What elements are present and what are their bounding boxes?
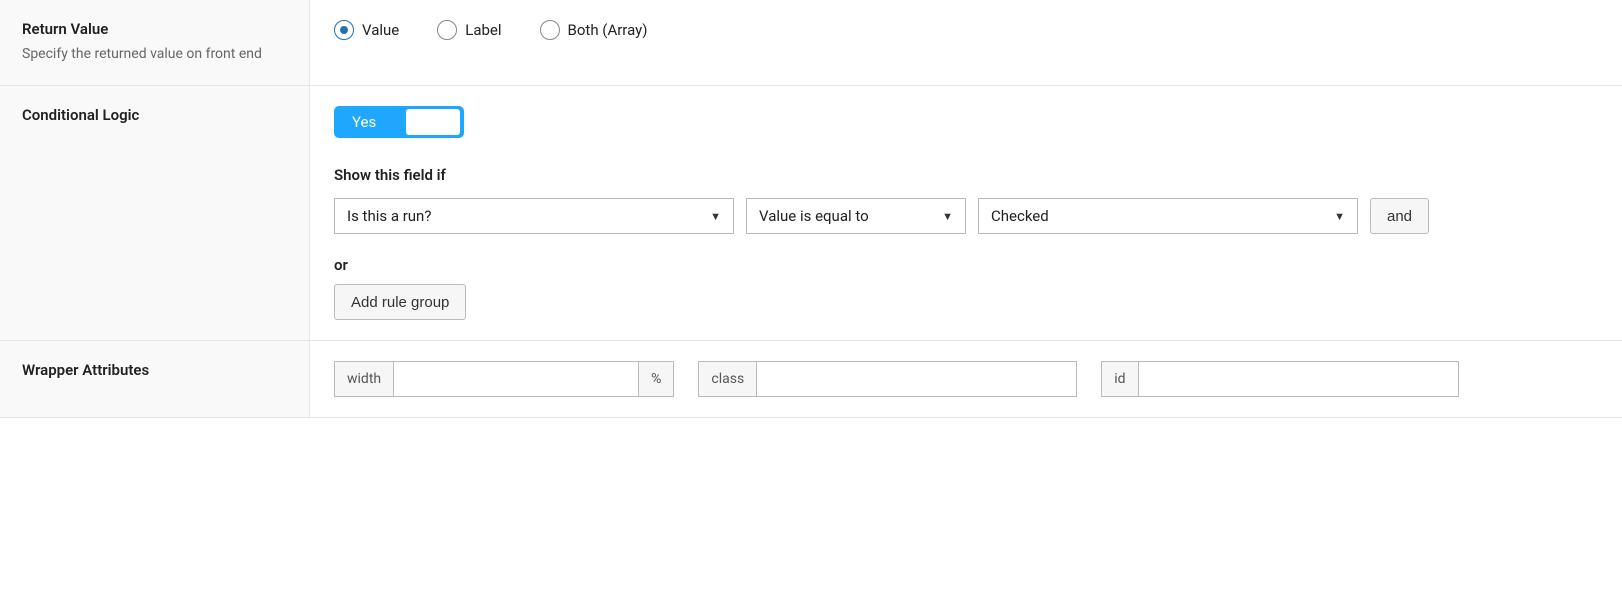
wrapper-attributes-content: width % class id: [310, 341, 1622, 417]
return-value-row: Return Value Specify the returned value …: [0, 0, 1622, 86]
return-value-radiogroup: Value Label Both (Array): [334, 20, 1598, 40]
radio-value-label: Value: [362, 21, 399, 39]
class-input[interactable]: [757, 361, 1077, 397]
return-value-content: Value Label Both (Array): [310, 0, 1622, 85]
toggle-knob: [406, 109, 460, 135]
show-field-if-heading: Show this field if: [334, 166, 1598, 184]
rule-field-select[interactable]: Is this a run?: [334, 198, 734, 234]
class-group: class: [698, 361, 1077, 397]
rule-value-value: Checked: [991, 207, 1049, 225]
id-group: id: [1101, 361, 1458, 397]
radio-label[interactable]: Label: [437, 20, 501, 40]
radio-both-label: Both (Array): [568, 21, 648, 39]
conditional-logic-label: Conditional Logic: [0, 86, 310, 340]
return-value-label: Return Value Specify the returned value …: [0, 0, 310, 85]
wrapper-attributes-row: Wrapper Attributes width % class id: [0, 340, 1622, 418]
rule-operator-select[interactable]: Value is equal to: [746, 198, 966, 234]
rule-field-value: Is this a run?: [347, 207, 431, 225]
and-button[interactable]: and: [1370, 198, 1429, 234]
class-label: class: [698, 361, 757, 397]
or-separator: or: [334, 256, 1598, 274]
conditional-logic-row: Conditional Logic Yes Show this field if…: [0, 85, 1622, 341]
id-label: id: [1101, 361, 1138, 397]
radio-label-label: Label: [465, 21, 501, 39]
width-group: width %: [334, 361, 674, 397]
wrapper-inputs: width % class id: [334, 361, 1598, 397]
radio-both[interactable]: Both (Array): [540, 20, 648, 40]
conditional-logic-content: Yes Show this field if Is this a run? Va…: [310, 86, 1622, 340]
rule-value-select[interactable]: Checked: [978, 198, 1358, 234]
radio-icon: [540, 20, 560, 40]
radio-icon: [437, 20, 457, 40]
width-suffix: %: [639, 361, 674, 397]
conditional-logic-title: Conditional Logic: [22, 106, 287, 124]
rule-operator-value: Value is equal to: [759, 207, 869, 225]
add-rule-group-button[interactable]: Add rule group: [334, 284, 466, 320]
return-value-desc: Specify the returned value on front end: [22, 44, 287, 65]
width-label: width: [334, 361, 394, 397]
toggle-yes-text: Yes: [338, 113, 390, 131]
id-input[interactable]: [1139, 361, 1459, 397]
wrapper-attributes-label: Wrapper Attributes: [0, 341, 310, 417]
wrapper-attributes-title: Wrapper Attributes: [22, 361, 287, 379]
rule-row: Is this a run? Value is equal to Checked…: [334, 198, 1598, 234]
width-input[interactable]: [394, 361, 639, 397]
conditional-logic-toggle[interactable]: Yes: [334, 106, 464, 138]
radio-value[interactable]: Value: [334, 20, 399, 40]
radio-icon: [334, 20, 354, 40]
return-value-title: Return Value: [22, 20, 287, 38]
